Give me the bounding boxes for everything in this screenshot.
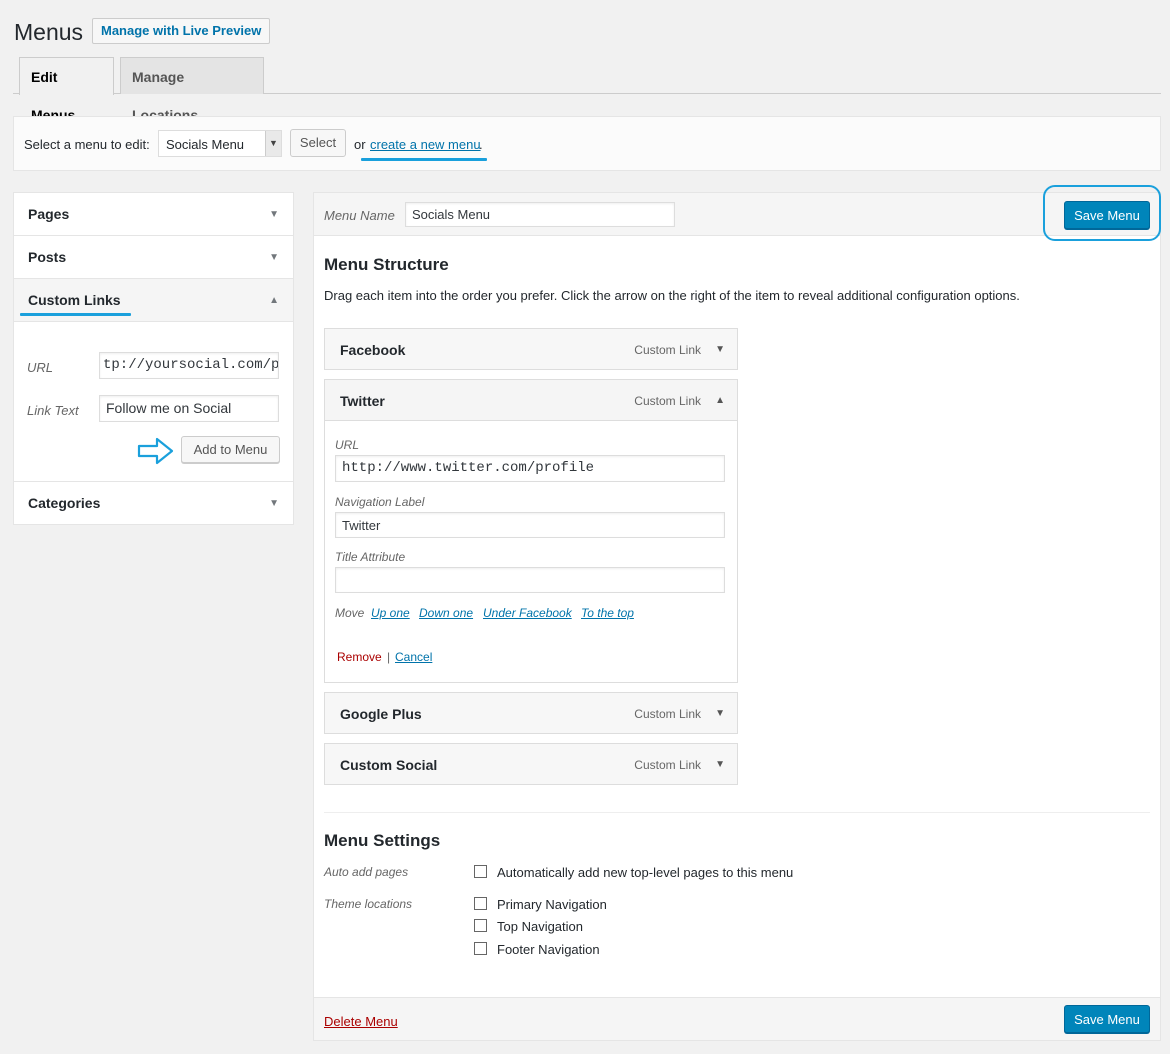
primary-navigation-label: Primary Navigation [497,897,607,912]
chevron-down-icon[interactable]: ▼ [715,759,725,770]
accordion-title: Custom Links [28,292,121,308]
custom-link-text-label: Link Text [27,403,79,418]
cancel-item-link[interactable]: Cancel [395,650,432,664]
primary-navigation-checkbox[interactable] [474,897,487,910]
menu-item-title: Google Plus [340,706,422,722]
menu-item-type: Custom Link [634,707,701,721]
menu-item-twitter-bar[interactable]: Twitter Custom Link ▲ [324,379,738,421]
highlight-underline [20,313,131,316]
menu-item-facebook[interactable]: Facebook Custom Link ▼ [324,328,738,370]
footer-navigation-label: Footer Navigation [497,942,600,957]
top-navigation-checkbox[interactable] [474,919,487,932]
menu-item-title: Custom Social [340,757,438,773]
custom-link-url-input[interactable]: tp://yoursocial.com/pr [99,352,279,379]
menu-item-title: Facebook [340,342,406,358]
menu-item-google-plus[interactable]: Google Plus Custom Link ▼ [324,692,738,734]
menu-item-type: Custom Link [634,758,701,772]
select-menu-label: Select a menu to edit: [24,137,150,152]
menu-structure-description: Drag each item into the order you prefer… [324,288,1020,303]
link-separator: | [387,650,391,664]
or-text: or [354,137,366,152]
item-title-attr-label: Title Attribute [335,550,406,564]
highlight-ring [1043,185,1161,241]
page-title: Menus [14,19,84,45]
item-nav-label-input[interactable]: Twitter [335,512,725,538]
item-url-label: URL [335,438,360,452]
tab-edit-menus[interactable]: Edit Menus [19,57,114,123]
auto-add-pages-label: Auto add pages [324,865,409,879]
menu-item-type: Custom Link [634,343,701,357]
menu-item-type: Custom Link [634,394,701,408]
save-menu-button-bottom[interactable]: Save Menu [1064,1005,1150,1033]
footer-navigation-checkbox[interactable] [474,942,487,955]
accordion-pages[interactable]: Pages ▼ [14,193,293,236]
theme-locations-label: Theme locations [324,897,413,911]
auto-add-option-label: Automatically add new top-level pages to… [497,865,794,880]
item-url-input[interactable]: http://www.twitter.com/profile [335,455,725,482]
move-to-top-link[interactable]: To the top [581,606,634,620]
move-up-one-link[interactable]: Up one [371,606,410,620]
menu-editor-footer [314,997,1160,1040]
highlight-underline [361,158,487,161]
chevron-down-icon: ▼ [269,209,279,220]
custom-link-text-input[interactable]: Follow me on Social [99,395,279,422]
auto-add-checkbox[interactable] [474,865,487,878]
create-new-menu-link[interactable]: create a new menu [370,137,481,152]
accordion-title: Categories [28,495,101,511]
accordion-categories[interactable]: Categories ▼ [14,482,293,525]
remove-item-link[interactable]: Remove [337,650,382,664]
chevron-down-icon[interactable]: ▼ [715,344,725,355]
menu-select-value: Socials Menu [166,137,245,152]
item-title-attr-input[interactable] [335,567,725,593]
chevron-down-icon: ▼ [269,498,279,509]
menu-name-input[interactable]: Socials Menu [405,202,675,227]
menu-item-custom-social[interactable]: Custom Social Custom Link ▼ [324,743,738,785]
chevron-down-icon: ▼ [265,131,281,156]
add-to-menu-button[interactable]: Add to Menu [181,436,280,463]
chevron-up-icon: ▲ [269,295,279,306]
menu-name-label: Menu Name [324,208,395,223]
menu-settings-title: Menu Settings [324,831,441,850]
move-down-one-link[interactable]: Down one [419,606,473,620]
chevron-down-icon[interactable]: ▼ [715,708,725,719]
menu-select[interactable]: Socials Menu ▼ [158,130,282,157]
chevron-down-icon: ▼ [269,252,279,263]
select-button[interactable]: Select [290,129,346,157]
arrow-right-icon [137,437,174,465]
accordion-posts[interactable]: Posts ▼ [14,236,293,279]
accordion-title: Pages [28,206,70,222]
period-text: . [479,137,483,152]
settings-divider [324,812,1150,813]
delete-menu-link[interactable]: Delete Menu [324,1014,398,1029]
accordion-title: Posts [28,249,67,265]
tab-manage-locations[interactable]: Manage Locations [120,57,264,123]
item-nav-label-label: Navigation Label [335,495,425,509]
move-label: Move [335,606,365,620]
move-under-facebook-link[interactable]: Under Facebook [483,606,572,620]
live-preview-button[interactable]: Manage with Live Preview [92,18,271,44]
menu-structure-title: Menu Structure [324,255,449,274]
custom-link-url-label: URL [27,360,54,375]
chevron-up-icon[interactable]: ▲ [715,395,725,406]
top-navigation-label: Top Navigation [497,919,583,934]
menu-item-title: Twitter [340,393,385,409]
